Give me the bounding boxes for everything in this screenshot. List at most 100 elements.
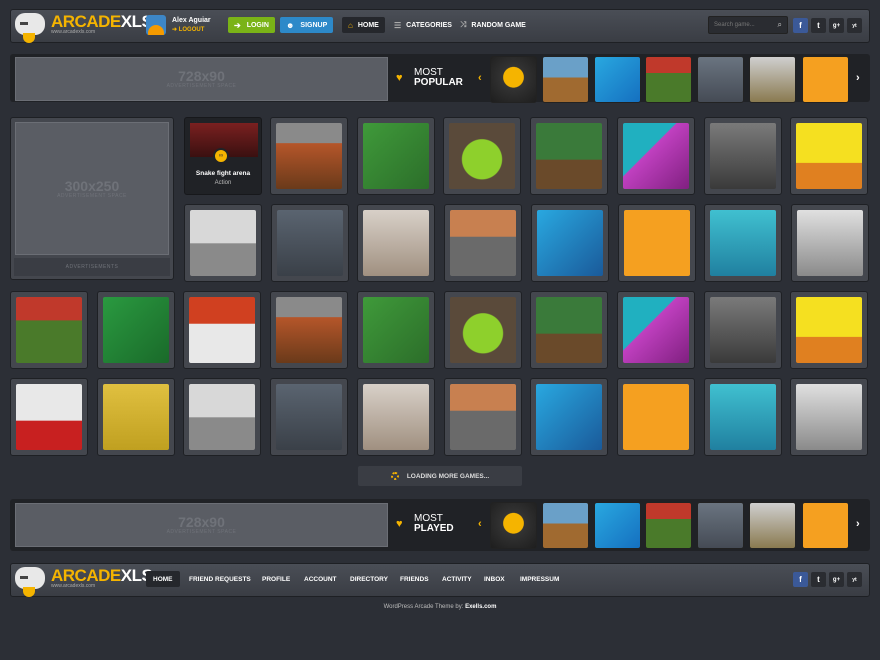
load-more-button[interactable]: LOADING MORE GAMES... <box>358 466 522 486</box>
game-tile[interactable] <box>10 291 88 369</box>
game-tile[interactable] <box>183 291 262 369</box>
game-tile[interactable] <box>356 378 435 456</box>
game-tile[interactable] <box>443 378 522 456</box>
game-tile[interactable] <box>530 378 609 456</box>
game-tile[interactable] <box>616 117 695 195</box>
most-played-label: MOST PLAYED <box>414 514 454 534</box>
game-tile[interactable] <box>790 378 869 456</box>
popular-thumb-2[interactable] <box>542 56 589 103</box>
youtube-icon[interactable]: yt <box>847 18 862 33</box>
game-tile[interactable] <box>703 378 782 456</box>
user-name[interactable]: Alex Aguiar <box>172 17 211 24</box>
bottom-ad-banner[interactable]: 728x90 ADVERTISEMENT SPACE <box>15 503 388 547</box>
footer-nav-impressum[interactable]: IMPRESSUM <box>513 571 566 587</box>
popular-next-arrow[interactable]: › <box>856 72 860 84</box>
game-tile[interactable] <box>270 204 349 282</box>
popular-thumb-5[interactable] <box>697 56 744 103</box>
google-plus-icon[interactable]: g+ <box>829 572 844 587</box>
login-button[interactable]: ➔ LOGIN <box>228 17 275 33</box>
game-tile[interactable] <box>617 204 696 282</box>
signup-button[interactable]: ☻ SIGNUP <box>280 17 334 33</box>
nav-home[interactable]: ⌂ HOME <box>342 17 385 33</box>
game-tile[interactable] <box>704 204 783 282</box>
game-tile[interactable] <box>616 378 695 456</box>
twitter-icon[interactable]: t <box>811 18 826 33</box>
footer-nav-friends[interactable]: FRIENDS <box>393 571 436 587</box>
credit-link[interactable]: Exells.com <box>465 604 496 610</box>
popular-thumb-1[interactable] <box>490 56 537 103</box>
logout-link[interactable]: ➜ LOGOUT <box>172 26 204 33</box>
game-tile[interactable] <box>356 117 435 195</box>
game-tile[interactable] <box>357 204 436 282</box>
game-tile[interactable] <box>443 291 522 369</box>
popular-thumb-4[interactable] <box>645 56 692 103</box>
game-tile[interactable] <box>444 204 523 282</box>
played-thumb-3[interactable] <box>594 502 641 549</box>
game-tile[interactable] <box>530 117 609 195</box>
popular-prev-arrow[interactable]: ‹ <box>478 72 482 84</box>
footer-nav-account[interactable]: ACCOUNT <box>297 571 344 587</box>
game-tile[interactable] <box>356 291 435 369</box>
game-tile[interactable] <box>270 117 348 195</box>
popular-thumb-6[interactable] <box>749 56 796 103</box>
game-tile[interactable] <box>530 291 609 369</box>
played-thumb-1[interactable] <box>490 502 537 549</box>
game-thumbnail <box>276 297 343 363</box>
popular-thumb-7[interactable] <box>802 56 849 103</box>
game-tile[interactable] <box>270 378 349 456</box>
game-thumbnail <box>536 123 603 189</box>
youtube-icon[interactable]: yt <box>847 572 862 587</box>
search-input[interactable]: Search game... ⌕ <box>708 16 788 34</box>
game-tile[interactable] <box>96 291 175 369</box>
twitter-icon[interactable]: t <box>811 572 826 587</box>
game-tile[interactable] <box>703 117 782 195</box>
footer-logo[interactable]: ARCADEXLS www.arcadexls.com <box>15 567 153 597</box>
featured-game-card[interactable]: ∞ Snake fight arena Action <box>184 117 262 195</box>
site-logo[interactable]: ARCADEXLS www.arcadexls.com <box>15 13 153 43</box>
search-placeholder: Search game... <box>714 22 755 28</box>
game-tile[interactable] <box>790 291 869 369</box>
game-tile[interactable] <box>616 291 695 369</box>
side-ad-banner[interactable]: 300x250 ADVERTISEMENT SPACE <box>15 122 169 255</box>
top-ad-banner[interactable]: 728x90 ADVERTISEMENT SPACE <box>15 57 388 101</box>
played-thumb-6[interactable] <box>749 502 796 549</box>
game-tile[interactable] <box>703 291 782 369</box>
game-tile[interactable] <box>530 204 609 282</box>
game-tile[interactable] <box>10 378 88 456</box>
played-thumb-5[interactable] <box>697 502 744 549</box>
game-tile[interactable] <box>96 378 175 456</box>
footer-nav-home[interactable]: HOME <box>146 571 180 587</box>
home-icon: ⌂ <box>348 20 353 30</box>
played-thumb-4[interactable] <box>645 502 692 549</box>
game-thumbnail <box>536 210 603 276</box>
popular-thumb-3[interactable] <box>594 56 641 103</box>
bottom-ad-text: ADVERTISEMENT SPACE <box>166 529 237 535</box>
facebook-icon[interactable]: f <box>793 572 808 587</box>
played-thumb-2[interactable] <box>542 502 589 549</box>
game-tile[interactable] <box>443 117 522 195</box>
game-tile[interactable] <box>790 117 869 195</box>
footer-nav-friend-requests[interactable]: FRIEND REQUESTS <box>182 571 258 587</box>
played-next-arrow[interactable]: › <box>856 518 860 530</box>
game-thumbnail <box>709 297 776 363</box>
nav-random-label: RANDOM GAME <box>471 21 526 29</box>
game-thumbnail <box>710 210 777 276</box>
facebook-icon[interactable]: f <box>793 18 808 33</box>
side-ad-box: 300x250 ADVERTISEMENT SPACE ADVERTISEMEN… <box>10 117 174 280</box>
footer-nav-activity[interactable]: ACTIVITY <box>435 571 479 587</box>
game-tile[interactable] <box>183 378 262 456</box>
footer-nav-profile[interactable]: PROFILE <box>255 571 297 587</box>
nav-categories[interactable]: ☰ CATEGORIES <box>388 17 458 33</box>
played-prev-arrow[interactable]: ‹ <box>478 518 482 530</box>
user-avatar[interactable] <box>146 15 166 35</box>
game-tile[interactable] <box>790 204 869 282</box>
footer-nav-directory[interactable]: DIRECTORY <box>343 571 395 587</box>
google-plus-icon[interactable]: g+ <box>829 18 844 33</box>
game-thumbnail <box>709 384 776 450</box>
game-tile[interactable] <box>270 291 349 369</box>
footer-nav-inbox[interactable]: INBOX <box>477 571 512 587</box>
game-tile[interactable] <box>184 204 262 282</box>
nav-random-game[interactable]: ⤨ RANDOM GAME <box>454 17 532 33</box>
search-icon[interactable]: ⌕ <box>778 20 782 30</box>
played-thumb-7[interactable] <box>802 502 849 549</box>
